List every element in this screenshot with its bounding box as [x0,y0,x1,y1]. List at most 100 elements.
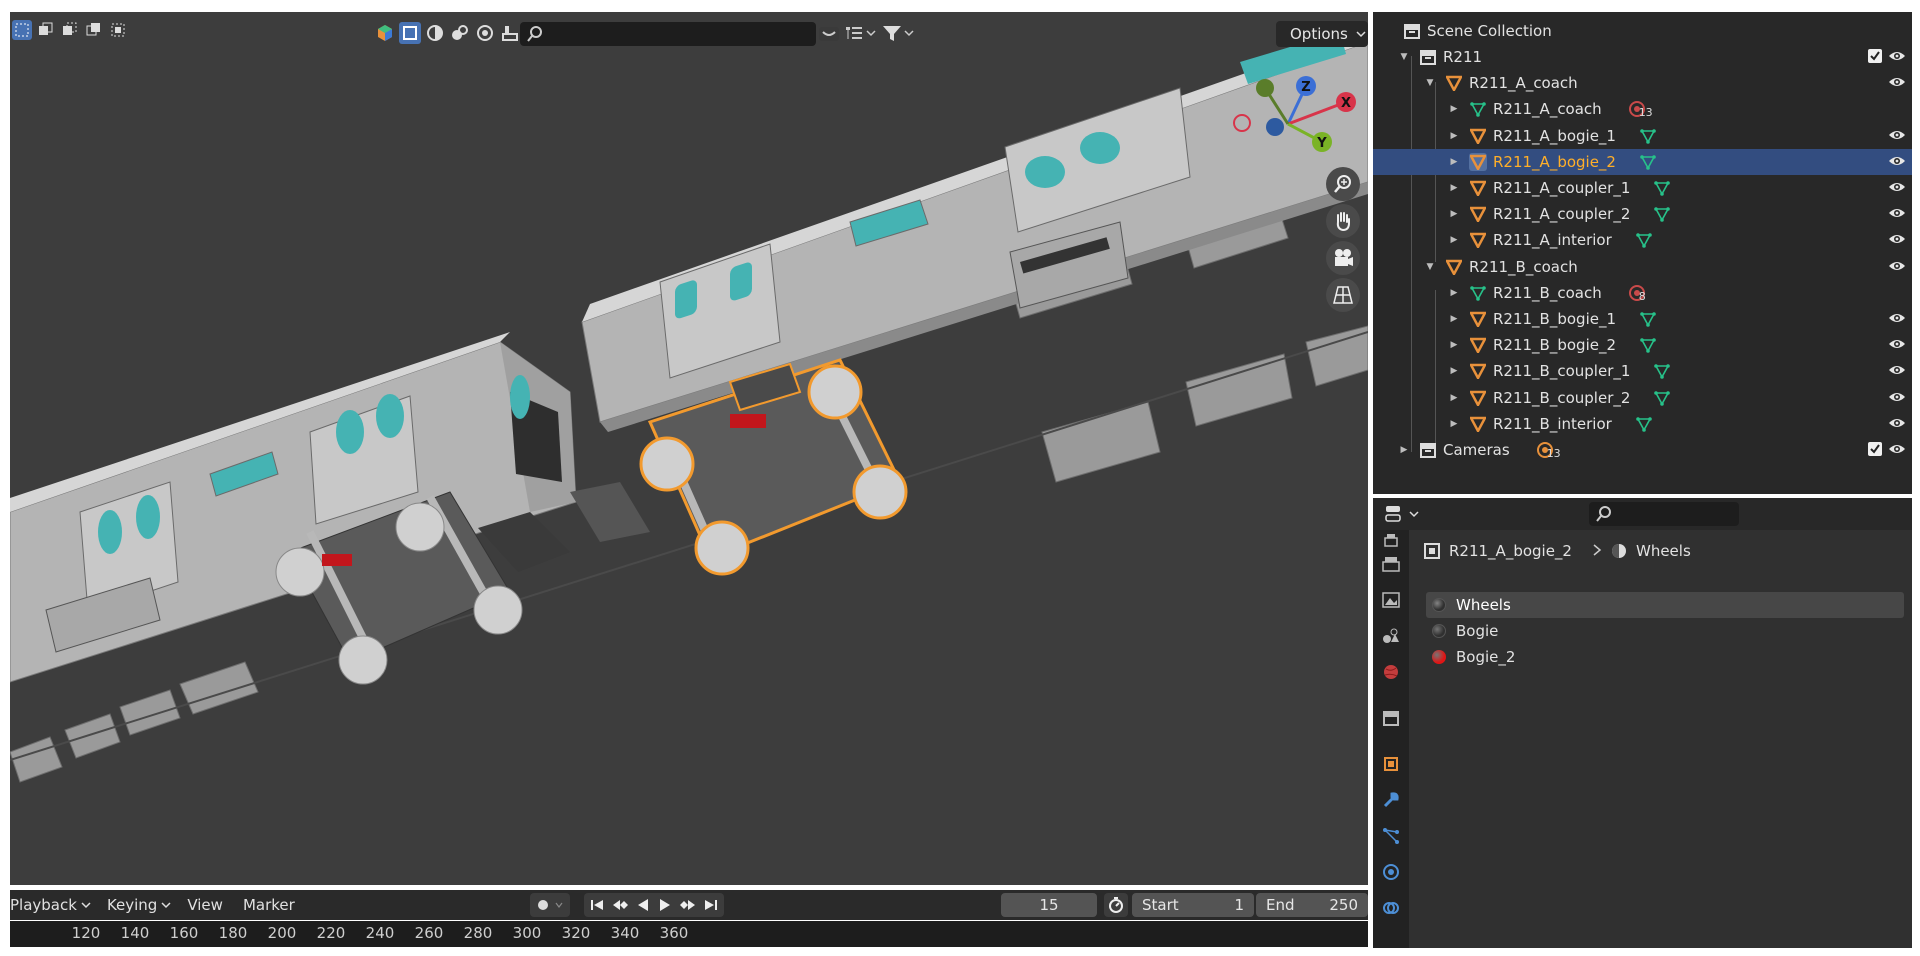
mesh-data-icon[interactable] [1654,390,1671,406]
visibility-eye-icon[interactable] [1888,180,1906,198]
exclude-checkbox[interactable] [1868,442,1882,456]
visibility-eye-icon[interactable] [1888,416,1906,434]
solid-shading-icon[interactable] [424,22,446,44]
zoom-button[interactable] [1326,167,1360,201]
visibility-eye-icon[interactable] [1888,154,1906,172]
select-subtract-icon[interactable] [60,20,80,40]
paint-mode-icon[interactable] [499,22,521,44]
next-keyframe-icon[interactable] [680,898,696,912]
properties-search-input[interactable] [1589,502,1739,526]
rendered-shading-icon[interactable] [474,22,496,44]
jump-start-icon[interactable] [590,898,604,912]
material-slot-wheels[interactable]: Wheels [1426,592,1904,618]
select-set-icon[interactable] [12,20,32,40]
outliner-scene-collection[interactable]: Scene Collection [1373,18,1912,44]
expand-right-icon[interactable]: ▶ [1447,364,1461,378]
object-types-icon[interactable] [374,22,396,44]
outliner-row-r211-a-bogie-1[interactable]: ▶ R211_A_bogie_1 [1373,123,1912,149]
expand-down-icon[interactable]: ▼ [1423,76,1437,90]
visibility-eye-icon[interactable] [1888,49,1906,67]
auto-keying-toggle[interactable] [530,893,570,917]
modifiers-tab-icon[interactable] [1381,790,1401,810]
visibility-eye-icon[interactable] [1888,442,1906,460]
select-difference-icon[interactable] [84,20,104,40]
visibility-eye-icon[interactable] [1888,232,1906,250]
viewport-search-input[interactable] [520,22,816,46]
expand-down-icon[interactable]: ▼ [1397,50,1411,64]
view-menu[interactable]: View [187,896,227,914]
outliner-row-cameras[interactable]: ▶ Cameras 13 [1373,437,1912,463]
expand-right-icon[interactable]: ▶ [1447,391,1461,405]
mesh-data-icon[interactable] [1635,232,1652,249]
expand-right-icon[interactable]: ▶ [1447,417,1461,431]
keying-menu[interactable]: Keying [107,896,171,914]
physics-tab-icon[interactable] [1381,862,1401,882]
editor-type-dropdown[interactable] [1385,504,1419,524]
outliner-row-r211-b-coach[interactable]: ▶ R211_B_coach 8 [1373,280,1912,306]
select-intersect-icon[interactable] [108,20,128,40]
playback-menu[interactable]: Playback [10,896,91,914]
expand-right-icon[interactable]: ▶ [1447,286,1461,300]
outliner-row-r211-a-bogie-2[interactable]: ▶ R211_A_bogie_2 [1373,148,1912,175]
prev-keyframe-icon[interactable] [612,898,628,912]
camera-count-icon[interactable]: 13 [1536,441,1561,460]
material-slot-bogie-2[interactable]: Bogie_2 [1426,644,1904,670]
tool-tab-icon[interactable] [1381,530,1401,550]
3d-viewport[interactable]: Z X Y Options [10,12,1368,885]
outliner-row-r211-b-interior[interactable]: ▶ R211_B_interior [1373,411,1912,437]
expand-right-icon[interactable]: ▶ [1397,443,1411,457]
visibility-eye-icon[interactable] [1888,259,1906,277]
visibility-eye-icon[interactable] [1888,206,1906,224]
pan-button[interactable] [1326,204,1360,238]
play-reverse-icon[interactable] [636,898,650,912]
world-tab-icon[interactable] [1381,662,1401,682]
mesh-data-icon[interactable] [1654,363,1671,380]
expand-right-icon[interactable]: ▶ [1447,181,1461,195]
object-tab-icon[interactable] [1381,754,1401,774]
outliner-row-r211-b-bogie-1[interactable]: ▶ R211_B_bogie_1 [1373,306,1912,332]
expand-right-icon[interactable]: ▶ [1447,338,1461,352]
visibility-eye-icon[interactable] [1888,311,1906,329]
timeline-ruler[interactable]: 120 140 160 180 200 220 240 260 280 300 320 340 360 [10,921,1368,947]
outliner-row-r211-b-coach[interactable]: ▼ R211_B_coach [1373,254,1912,280]
jump-end-icon[interactable] [704,898,718,912]
exclude-checkbox[interactable] [1868,49,1882,63]
filter-dropdown[interactable] [882,24,914,42]
expand-right-icon[interactable]: ▶ [1447,207,1461,221]
play-icon[interactable] [658,898,672,912]
render-tab-icon[interactable] [1381,554,1401,574]
mesh-data-icon[interactable] [1654,180,1671,196]
outliner-row-r211-b-coupler-2[interactable]: ▶ R211_B_coupler_2 [1373,385,1912,411]
mesh-data-icon[interactable] [1640,128,1656,144]
current-frame-field[interactable]: 15 [1001,893,1097,917]
outliner-row-r211[interactable]: ▼ R211 [1373,44,1912,70]
outliner-row-r211-b-coupler-1[interactable]: ▶ R211_B_coupler_1 [1373,358,1912,384]
marker-menu[interactable]: Marker [243,896,299,914]
outliner-row-r211-a-interior[interactable]: ▶ R211_A_interior [1373,227,1912,253]
visibility-eye-icon[interactable] [1888,128,1906,146]
outliner-row-r211-a-coach[interactable]: ▼ R211_A_coach [1373,70,1912,96]
preview-range-toggle[interactable] [1104,893,1128,917]
constraints-tab-icon[interactable] [1381,898,1401,918]
mesh-data-icon[interactable] [1654,206,1671,222]
expand-down-icon[interactable]: ▼ [1423,260,1437,274]
outliner-row-r211-b-bogie-2[interactable]: ▶ R211_B_bogie_2 [1373,332,1912,358]
particles-tab-icon[interactable] [1381,826,1401,846]
outliner-row-r211-a-coupler-1[interactable]: ▶ R211_A_coupler_1 [1373,175,1912,201]
scene-tab-icon[interactable] [1381,626,1401,646]
collection-tab-icon[interactable] [1381,708,1401,728]
viewport-scene[interactable]: Z X Y [10,12,1368,885]
select-box-mode-icon[interactable] [399,22,421,44]
expand-right-icon[interactable]: ▶ [1447,233,1461,247]
material-slot-bogie[interactable]: Bogie [1426,618,1904,644]
display-mode-dropdown[interactable] [844,24,876,42]
visibility-eye-icon[interactable] [1888,337,1906,355]
expand-right-icon[interactable]: ▶ [1447,102,1461,116]
options-dropdown[interactable]: Options [1276,21,1368,47]
camera-view-button[interactable] [1326,241,1360,275]
material-count-icon[interactable]: 13 [1628,100,1653,119]
visibility-eye-icon[interactable] [1888,390,1906,408]
output-tab-icon[interactable] [1381,590,1401,610]
mesh-data-icon[interactable] [1640,311,1656,327]
outliner-row-r211-a-coupler-2[interactable]: ▶ R211_A_coupler_2 [1373,201,1912,227]
